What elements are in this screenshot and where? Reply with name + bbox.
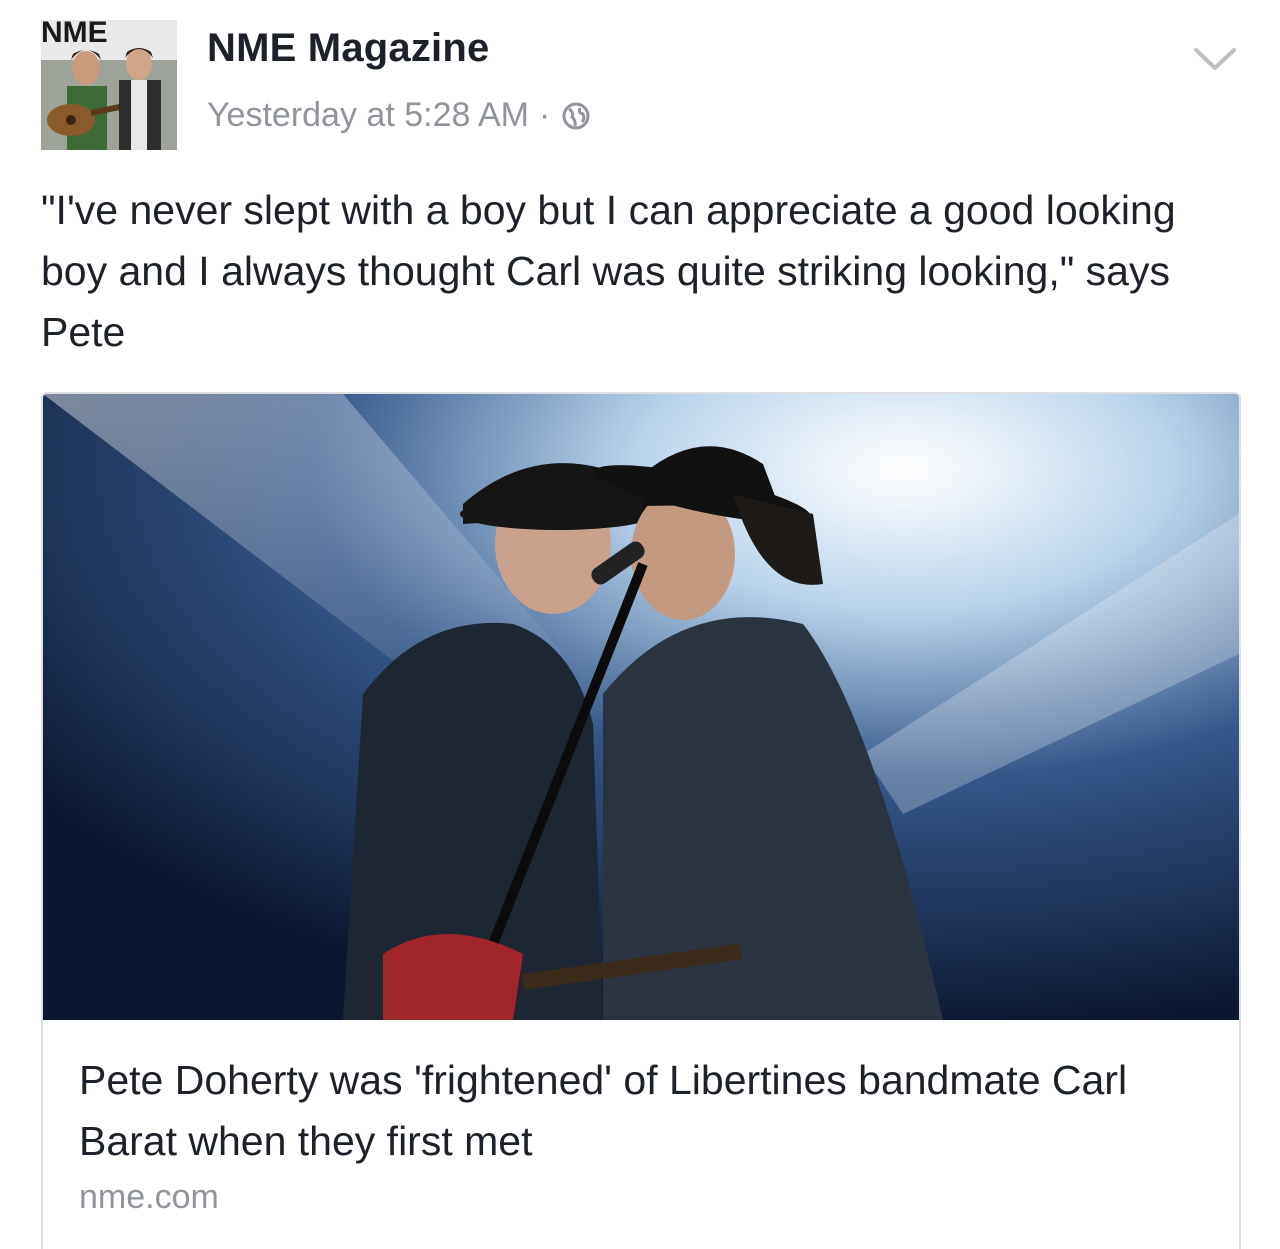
link-preview-domain: nme.com	[79, 1178, 219, 1216]
nme-logo: NME	[41, 20, 108, 49]
link-preview-title[interactable]: Pete Doherty was 'frightened' of Liberti…	[79, 1050, 1199, 1172]
post-timestamp[interactable]: Yesterday at 5:28 AM	[207, 96, 529, 135]
page-name-link[interactable]: NME Magazine	[207, 26, 489, 71]
link-preview-image[interactable]	[43, 394, 1239, 1020]
page-avatar[interactable]: NME	[41, 20, 177, 150]
post-meta: Yesterday at 5:28 AM ·	[207, 96, 592, 135]
globe-icon	[560, 100, 592, 132]
feed-post: NME NME Magazine Yesterday at 5:28 AM · …	[0, 0, 1280, 1249]
avatar-image: NME	[41, 20, 177, 150]
post-message: "I've never slept with a boy but I can a…	[41, 187, 1176, 355]
link-preview-card[interactable]: Pete Doherty was 'frightened' of Liberti…	[41, 392, 1241, 1249]
meta-separator: ·	[538, 96, 551, 134]
chevron-down-icon[interactable]	[1192, 44, 1238, 74]
